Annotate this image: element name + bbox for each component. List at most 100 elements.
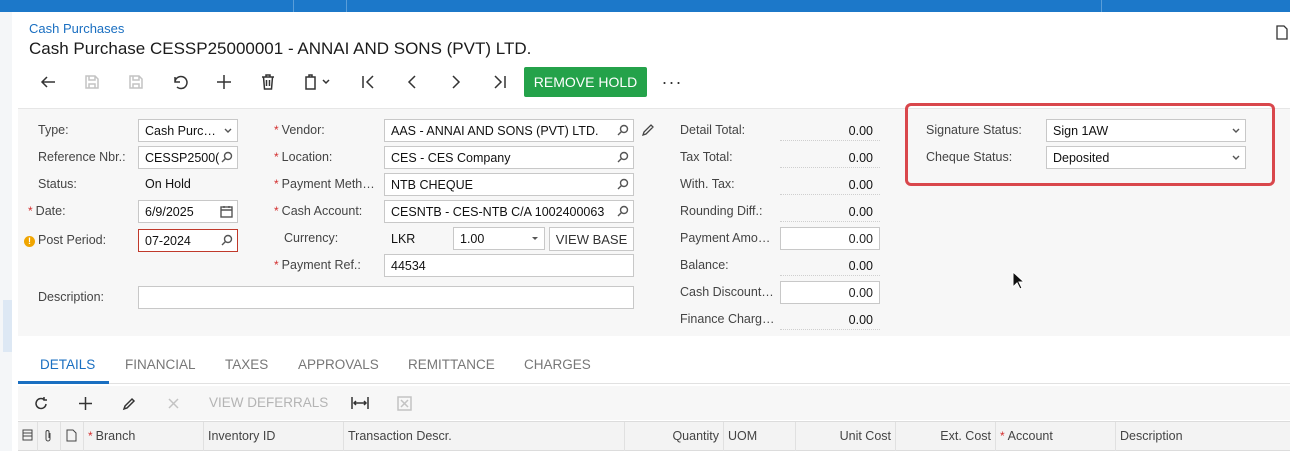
top-navigation-bar: [0, 0, 1290, 12]
edit-pencil-icon[interactable]: [641, 123, 655, 140]
tab-charges[interactable]: CHARGES: [524, 348, 591, 384]
tab-taxes[interactable]: TAXES: [225, 348, 268, 384]
column-header-account[interactable]: * Account: [996, 422, 1116, 451]
more-actions-button[interactable]: ···: [656, 69, 688, 95]
save-button[interactable]: [114, 68, 158, 96]
field-underline: [780, 329, 880, 330]
grid-header: * Branch Inventory ID Transaction Descr. …: [18, 421, 1290, 451]
sidebar-scroll-indicator[interactable]: [3, 300, 12, 352]
tax-total-label: Tax Total:: [680, 150, 733, 164]
close-icon: [167, 397, 179, 409]
chevron-left-icon: [407, 75, 416, 89]
calendar-icon[interactable]: [220, 205, 233, 221]
cash-discount-input[interactable]: 0.00: [780, 281, 880, 304]
chevron-down-icon: [223, 124, 233, 139]
status-label: Status:: [38, 177, 77, 191]
cash-account-input[interactable]: CESNTB - CES-NTB C/A 1002400063: [384, 200, 634, 223]
status-value: On Hold: [145, 177, 191, 191]
type-select[interactable]: Cash Purc…: [138, 119, 238, 142]
column-header-ext-cost[interactable]: Ext. Cost: [896, 422, 996, 451]
reference-nbr-input[interactable]: CESSP2500(: [138, 146, 238, 169]
edit-row-button[interactable]: [118, 392, 140, 414]
main-toolbar: [26, 68, 522, 96]
column-header-transaction-descr[interactable]: Transaction Descr.: [344, 422, 625, 451]
save-and-close-button[interactable]: [70, 68, 114, 96]
payment-amount-input[interactable]: 0.00: [780, 227, 880, 250]
add-row-button[interactable]: [74, 392, 96, 414]
vendor-input[interactable]: AAS - ANNAI AND SONS (PVT) LTD.: [384, 119, 634, 142]
date-value: 6/9/2025: [145, 205, 194, 219]
reference-nbr-label: Reference Nbr.:: [38, 150, 126, 164]
field-underline: [780, 221, 880, 222]
warning-icon: !: [24, 236, 35, 247]
tax-total-value: 0.00: [848, 151, 873, 165]
first-record-button[interactable]: [346, 68, 390, 96]
description-input[interactable]: [138, 286, 634, 309]
last-record-button[interactable]: [478, 68, 522, 96]
signature-status-label: Signature Status:: [926, 123, 1022, 137]
payment-method-input[interactable]: NTB CHEQUE: [384, 173, 634, 196]
column-header-unit-cost[interactable]: Unit Cost: [796, 422, 896, 451]
column-header-uom[interactable]: UOM: [724, 422, 796, 451]
search-icon[interactable]: [221, 234, 233, 249]
post-period-input[interactable]: 07-2024: [138, 229, 238, 252]
notes-column[interactable]: [61, 422, 84, 451]
undo-button[interactable]: [158, 68, 202, 96]
chevron-down-icon: [1231, 151, 1241, 166]
view-base-button[interactable]: VIEW BASE: [549, 227, 634, 251]
currency-rate-select[interactable]: 1.00: [453, 227, 545, 250]
column-header-quantity[interactable]: Quantity: [625, 422, 724, 451]
search-icon[interactable]: [617, 178, 629, 193]
tab-financial[interactable]: FINANCIAL: [125, 348, 196, 384]
tab-details[interactable]: DETAILS: [18, 348, 109, 384]
search-icon[interactable]: [221, 151, 233, 166]
attachments-column[interactable]: [38, 422, 61, 451]
delete-button[interactable]: [246, 68, 290, 96]
reference-nbr-value: CESSP2500(: [145, 151, 220, 165]
cheque-status-select[interactable]: Deposited: [1046, 146, 1246, 169]
breadcrumb[interactable]: Cash Purchases: [29, 21, 124, 36]
delete-row-button[interactable]: [162, 392, 184, 414]
payment-method-label: * Payment Meth…: [274, 177, 375, 191]
detail-total-label: Detail Total:: [680, 123, 746, 137]
notes-document-icon[interactable]: [1276, 25, 1288, 43]
field-underline: [780, 194, 880, 195]
column-header-inventory-id[interactable]: Inventory ID: [204, 422, 344, 451]
cheque-status-value: Deposited: [1053, 151, 1110, 165]
currency-rate-value: 1.00: [460, 232, 485, 246]
remove-hold-button[interactable]: REMOVE HOLD: [524, 67, 647, 97]
location-input[interactable]: CES - CES Company: [384, 146, 634, 169]
currency-value[interactable]: LKR: [391, 232, 415, 246]
search-icon[interactable]: [617, 151, 629, 166]
column-header-description[interactable]: Description: [1116, 422, 1290, 451]
tab-remittance[interactable]: REMITTANCE: [408, 348, 495, 384]
fit-columns-button[interactable]: [349, 392, 371, 414]
refresh-button[interactable]: [30, 392, 52, 414]
trash-icon: [262, 74, 274, 90]
rounding-diff-label: Rounding Diff.:: [680, 204, 763, 218]
search-icon[interactable]: [617, 205, 629, 220]
signature-status-select[interactable]: Sign 1AW: [1046, 119, 1246, 142]
arrow-left-icon: [40, 76, 55, 88]
view-deferrals-button[interactable]: VIEW DEFERRALS: [209, 395, 328, 410]
topbar-divider: [293, 0, 294, 12]
grid-toolbar: VIEW DEFERRALS: [18, 386, 1290, 420]
add-button[interactable]: [202, 68, 246, 96]
row-selector-column[interactable]: [18, 422, 38, 451]
cash-account-value: CESNTB - CES-NTB C/A 1002400063: [391, 205, 605, 219]
column-header-branch[interactable]: * Branch: [84, 422, 204, 451]
export-excel-button[interactable]: [393, 392, 415, 414]
chevron-right-icon: [452, 75, 461, 89]
copy-paste-dropdown[interactable]: [290, 68, 346, 96]
date-input[interactable]: 6/9/2025: [138, 200, 238, 223]
next-record-button[interactable]: [434, 68, 478, 96]
back-button[interactable]: [26, 68, 70, 96]
date-label: * Date:: [28, 204, 66, 218]
tab-approvals[interactable]: APPROVALS: [298, 348, 379, 384]
search-icon[interactable]: [617, 124, 629, 139]
payment-ref-input[interactable]: 44534: [384, 254, 634, 277]
payment-amount-label: Payment Amo…: [680, 231, 771, 245]
chevron-down-icon: [1231, 124, 1241, 139]
first-page-icon: [362, 75, 374, 89]
previous-record-button[interactable]: [390, 68, 434, 96]
